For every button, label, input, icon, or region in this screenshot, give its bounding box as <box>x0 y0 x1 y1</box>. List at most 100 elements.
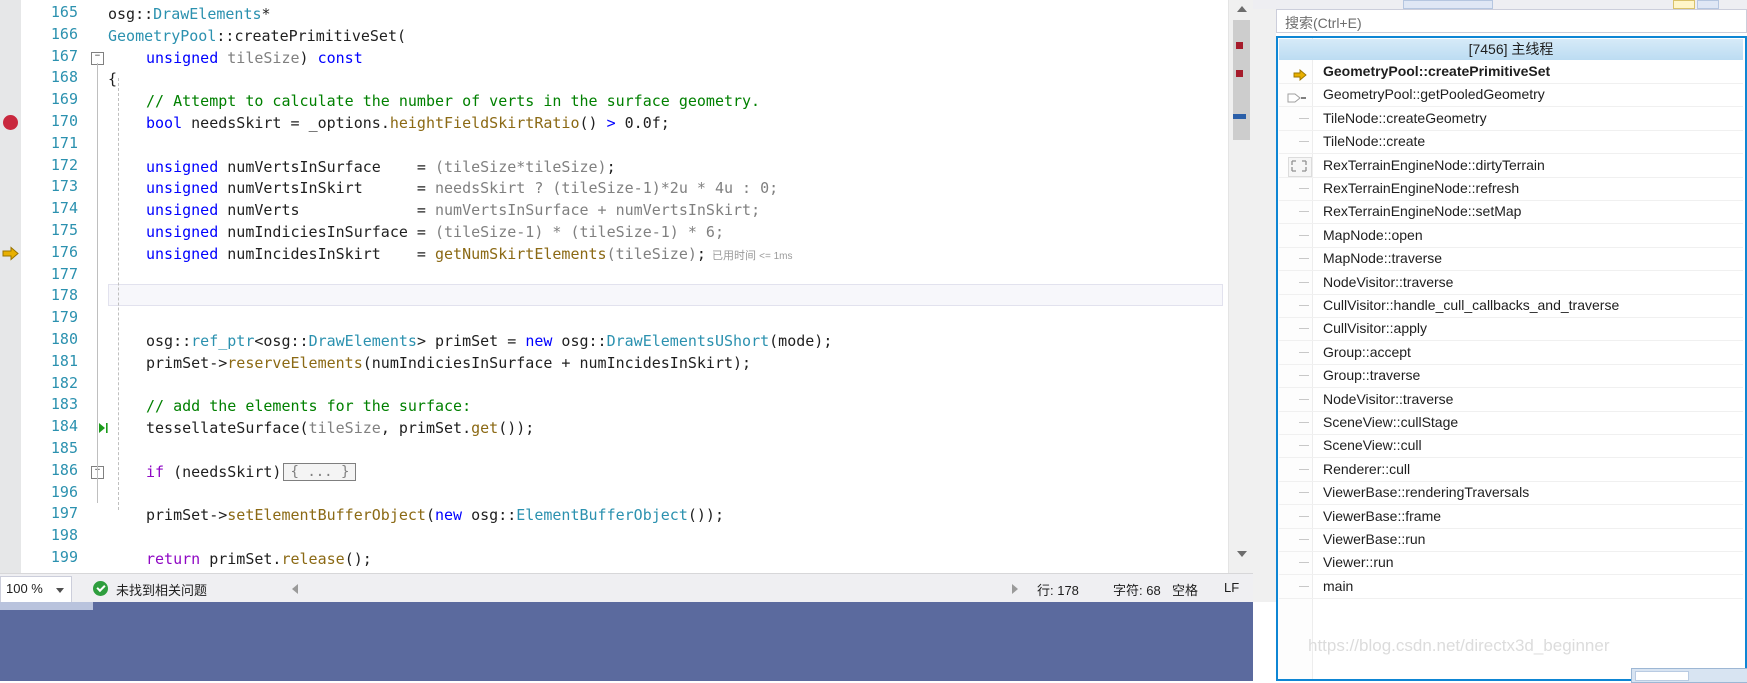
line-number: 179 <box>50 308 78 327</box>
code-token: (); <box>344 550 372 568</box>
call-stack-frame[interactable]: MapNode::open <box>1279 224 1743 248</box>
call-stack-frame[interactable]: MapNode::traverse <box>1279 247 1743 272</box>
caret-line-indicator: 行: 178 <box>1037 583 1079 598</box>
frame-tick-icon <box>1299 422 1309 423</box>
code-token: :: <box>173 332 192 350</box>
code-line[interactable]: unsigned tileSize) const <box>146 47 363 69</box>
call-stack-frame[interactable]: ViewerBase::renderingTraversals <box>1279 481 1743 506</box>
code-line[interactable]: unsigned numVerts = numVertsInSurface + … <box>146 199 760 221</box>
call-stack-frame[interactable]: RexTerrainEngineNode::setMap <box>1279 200 1743 225</box>
code-line[interactable]: if (needsSkirt){ ... } <box>146 461 358 483</box>
zoom-level-combobox[interactable]: 100 % <box>0 576 72 603</box>
call-stack-frame[interactable]: GeometryPool::createPrimitiveSet <box>1279 60 1743 84</box>
breakpoint-gutter[interactable] <box>0 0 21 573</box>
code-line[interactable]: { <box>108 68 117 90</box>
scroll-up-button[interactable] <box>1229 0 1254 17</box>
window-bottom-strip <box>0 602 1253 681</box>
call-stack-frame-label: main <box>1323 577 1354 594</box>
call-stack-frame-label: RexTerrainEngineNode::dirtyTerrain <box>1323 156 1545 173</box>
code-token: ( <box>397 26 407 45</box>
current-line-highlight <box>108 284 1223 307</box>
call-stack-frame-label: SceneView::cull <box>1323 437 1422 454</box>
call-stack-frame[interactable]: GeometryPool::getPooledGeometry <box>1279 83 1743 108</box>
code-line[interactable]: primSet->setElementBufferObject(new osg:… <box>146 504 724 526</box>
call-stack-frame[interactable]: Group::traverse <box>1279 364 1743 389</box>
code-line[interactable]: tessellateSurface(tileSize, primSet.get(… <box>146 417 534 439</box>
call-stack-frame-label: MapNode::traverse <box>1323 250 1443 267</box>
call-stack-frame[interactable]: SceneView::cullStage <box>1279 411 1743 435</box>
code-token: ) <box>299 48 318 67</box>
code-token: numIndiciesInSurface = <box>218 223 435 241</box>
code-line[interactable]: osg::DrawElements* <box>108 3 271 25</box>
code-token: DrawElements <box>153 5 262 23</box>
call-stack-frame[interactable]: Renderer::cull <box>1279 458 1743 482</box>
code-token: needsSkirt = <box>182 114 309 132</box>
call-stack-frame[interactable]: Viewer::run <box>1279 551 1743 576</box>
call-stack-frame[interactable]: CullVisitor::apply <box>1279 317 1743 342</box>
code-token: (needsSkirt) <box>164 462 282 481</box>
code-line[interactable]: unsigned numVertsInSkirt = needsSkirt ? … <box>146 177 778 199</box>
annotation-frames-icon[interactable] <box>1288 156 1312 177</box>
indentation-indicator[interactable]: 空格 <box>1172 580 1198 599</box>
call-stack-frame-label: Group::accept <box>1323 343 1411 360</box>
code-token: (tileSize-1) * (tileSize-1) * 6; <box>435 223 724 241</box>
call-stack-search-box[interactable]: 搜索(Ctrl+E) <box>1276 9 1747 33</box>
line-number: 169 <box>50 90 78 109</box>
code-line[interactable]: osg::ref_ptr<osg::DrawElements> primSet … <box>146 330 832 352</box>
call-stack-frame[interactable]: ViewerBase::run <box>1279 528 1743 552</box>
frame-tick-icon <box>1299 562 1309 564</box>
scrollbar-thumb[interactable] <box>1233 20 1250 140</box>
code-token: numVertsInSkirt = <box>218 179 435 198</box>
call-stack-frame[interactable]: Group::accept <box>1279 341 1743 365</box>
outlining-margin[interactable]: − + <box>86 0 108 573</box>
call-stack-frame-label: ViewerBase::frame <box>1323 507 1442 524</box>
code-line[interactable]: unsigned numIncidesInSkirt = getNumSkirt… <box>146 243 792 265</box>
frame-tick-icon <box>1299 351 1309 353</box>
code-editor-surface[interactable]: 165 166 167 168 169 170 171 172 173 174 175 176 177 1… <box>0 0 1253 573</box>
code-token: primSet <box>146 506 210 525</box>
code-line[interactable]: unsigned numVertsInSurface = (tileSize*t… <box>146 156 616 178</box>
line-number: 173 <box>50 177 78 196</box>
call-stack-frame-label: Group::traverse <box>1323 367 1421 384</box>
code-token: (tileSize) <box>606 244 697 263</box>
call-stack-frame-label: CullVisitor::handle_cull_callbacks_and_t… <box>1323 297 1620 313</box>
code-token: tessellateSurface <box>146 419 300 438</box>
editor-overview-margin[interactable] <box>1253 0 1276 602</box>
call-stack-frame[interactable]: SceneView::cull <box>1279 434 1743 459</box>
call-stack-frame[interactable]: NodeVisitor::traverse <box>1279 388 1743 412</box>
line-number: 175 <box>50 221 78 239</box>
code-line[interactable]: primSet->reserveElements(numIndiciesInSu… <box>146 352 751 374</box>
code-token: ; <box>696 244 706 263</box>
code-line[interactable]: return primSet.release(); <box>146 548 372 570</box>
code-line[interactable]: GeometryPool::createPrimitiveSet( <box>108 25 406 47</box>
code-token: (mode); <box>769 332 833 350</box>
line-number: 199 <box>50 548 78 566</box>
code-token: unsigned <box>146 157 219 176</box>
call-stack-frame[interactable]: RexTerrainEngineNode::refresh <box>1279 177 1743 201</box>
collapsed-block[interactable]: { ... } <box>283 462 357 481</box>
line-number: 172 <box>50 155 78 174</box>
call-stack-frame[interactable]: TileNode::createGeometry <box>1279 107 1743 131</box>
code-token: :: <box>290 332 309 350</box>
code-line[interactable]: // Attempt to calculate the number of ve… <box>146 90 760 112</box>
line-ending-indicator[interactable]: LF <box>1224 580 1239 595</box>
editor-vertical-scrollbar[interactable] <box>1228 0 1254 573</box>
call-stack-list[interactable]: [7456] 主线程 GeometryPool::createPrimitive… <box>1276 36 1747 681</box>
code-line[interactable]: unsigned numIndiciesInSurface = (tileSiz… <box>146 221 724 243</box>
next-issue-icon[interactable] <box>1012 584 1018 594</box>
step-into-arrow-icon[interactable] <box>96 417 110 439</box>
call-stack-frame[interactable]: TileNode::create <box>1279 130 1743 155</box>
call-stack-frame[interactable]: ViewerBase::frame <box>1279 505 1743 529</box>
call-stack-frame[interactable]: main <box>1279 575 1743 599</box>
code-token: osg <box>552 332 589 350</box>
scroll-down-button[interactable] <box>1229 545 1254 562</box>
call-stack-frame[interactable]: RexTerrainEngineNode::dirtyTerrain <box>1279 154 1743 178</box>
code-line[interactable]: // add the elements for the surface: <box>146 395 471 417</box>
breakpoint-icon[interactable] <box>3 115 18 130</box>
call-stack-frame[interactable]: NodeVisitor::traverse <box>1279 271 1743 295</box>
prev-issue-icon[interactable] <box>292 584 298 594</box>
visual-studio-debug-window: 165 166 167 168 169 170 171 172 173 174 175 176 177 1… <box>0 0 1747 683</box>
code-line[interactable]: bool needsSkirt = _options.heightFieldSk… <box>146 112 670 134</box>
code-token: // add the elements for the surface: <box>146 397 472 416</box>
call-stack-frame[interactable]: CullVisitor::handle_cull_callbacks_and_t… <box>1279 294 1743 318</box>
